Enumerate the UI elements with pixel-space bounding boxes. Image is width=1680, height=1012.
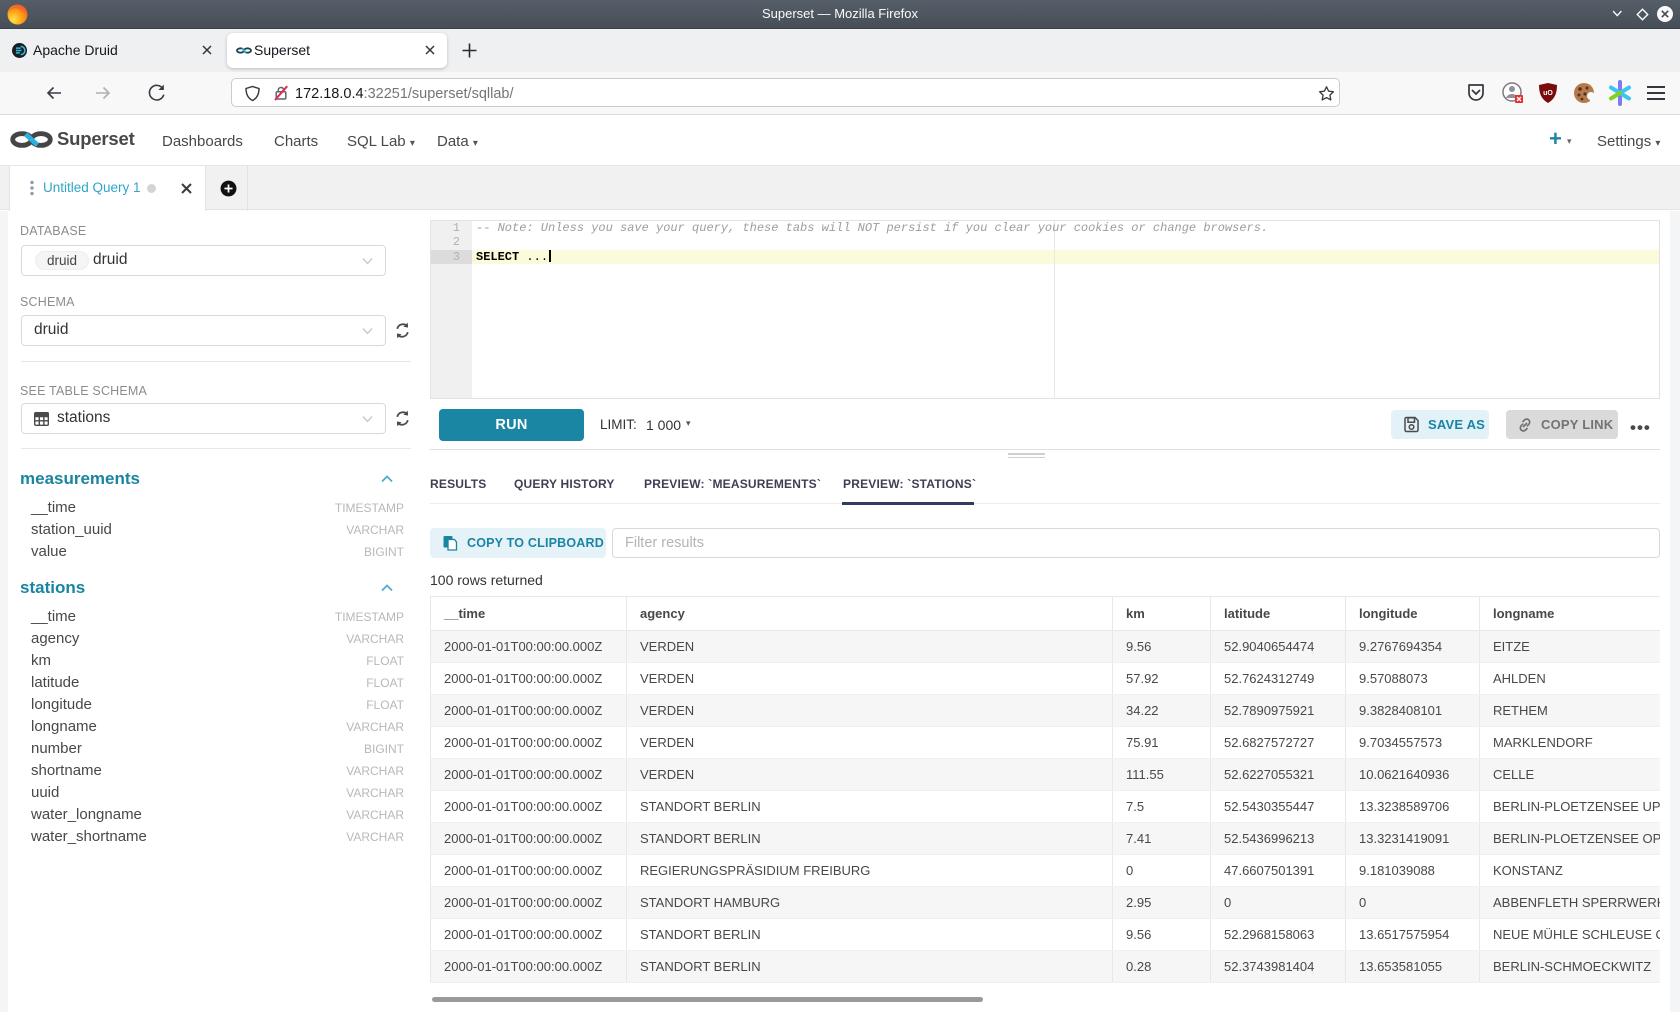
svg-text:uO: uO (1543, 90, 1553, 97)
